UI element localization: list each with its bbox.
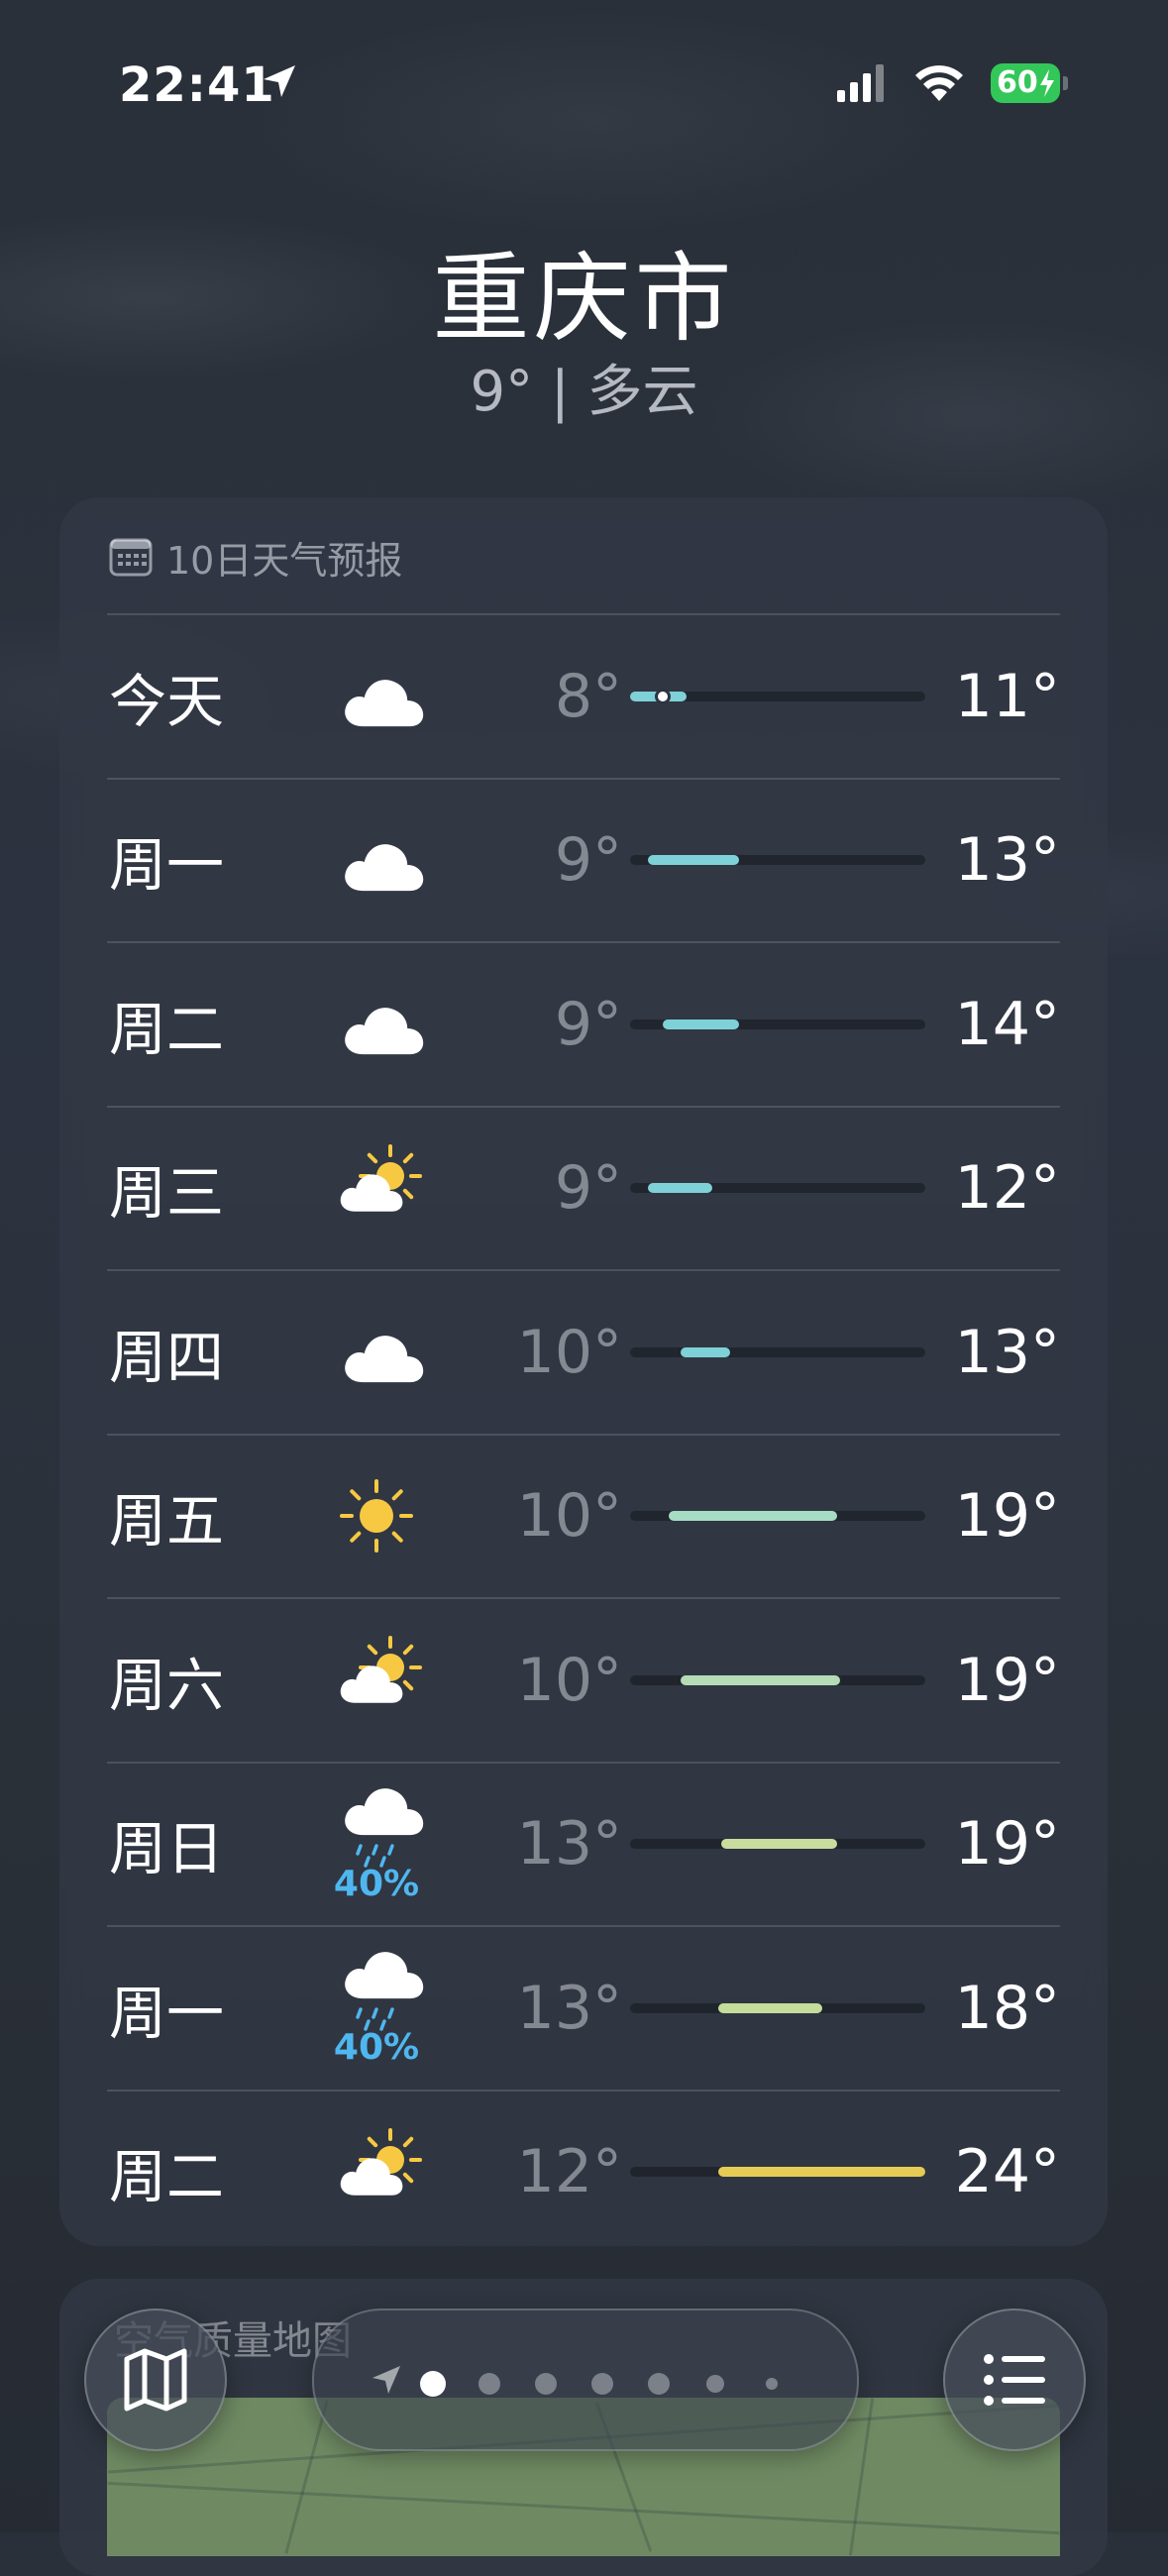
temperature-range-fill bbox=[662, 1019, 740, 1029]
forecast-row[interactable]: 周四 10° 13° bbox=[59, 1270, 1108, 1434]
temperature-range-fill bbox=[647, 855, 740, 865]
forecast-row[interactable]: 周三 9° 12° bbox=[59, 1107, 1108, 1270]
card-title: 10日天气预报 bbox=[166, 538, 403, 583]
low-temperature: 13° bbox=[516, 1809, 622, 1878]
cloud-icon bbox=[317, 1270, 436, 1434]
forecast-day-label: 周六 bbox=[109, 1651, 225, 1719]
rain-icon: 40% bbox=[317, 1926, 436, 2090]
high-temperature: 11° bbox=[954, 661, 1060, 731]
temperature-range-bar bbox=[630, 2167, 925, 2177]
temperature-range-fill bbox=[680, 1346, 731, 1357]
forecast-row[interactable]: 周一 9° 13° bbox=[59, 779, 1108, 942]
forecast-row[interactable]: 周六 10° 19° bbox=[59, 1598, 1108, 1762]
page-indicator-dot[interactable] bbox=[766, 2378, 778, 2390]
temperature-range-bar bbox=[630, 2002, 925, 2013]
forecast-row[interactable]: 周日 40% 13° 19° bbox=[59, 1763, 1108, 1926]
forecast-day-label: 周一 bbox=[109, 1979, 225, 2047]
temperature-range-fill bbox=[647, 1183, 713, 1193]
page-indicator-dot[interactable] bbox=[706, 2375, 724, 2393]
low-temperature: 9° bbox=[554, 989, 622, 1059]
calendar-icon bbox=[109, 538, 153, 577]
temperature-range-bar bbox=[630, 1019, 925, 1029]
card-header: 10日天气预报 bbox=[109, 527, 402, 587]
temperature-range-bar bbox=[630, 1674, 925, 1685]
low-temperature: 13° bbox=[516, 1973, 622, 2043]
temperature-range-bar bbox=[630, 855, 925, 865]
status-bar: 22:41 60 bbox=[0, 0, 1168, 168]
page-indicator-dot[interactable] bbox=[478, 2373, 500, 2395]
temperature-range-bar bbox=[630, 1346, 925, 1357]
map-button[interactable] bbox=[84, 2308, 227, 2451]
page-indicator-dot[interactable] bbox=[535, 2373, 557, 2395]
precipitation-chance: 40% bbox=[333, 1863, 420, 1904]
temperature-range-fill bbox=[718, 2167, 925, 2177]
high-temperature: 12° bbox=[954, 1153, 1060, 1223]
partly-sunny-icon bbox=[317, 1107, 436, 1270]
forecast-row[interactable]: 周一 40% 13° 18° bbox=[59, 1926, 1108, 2090]
low-temperature: 10° bbox=[516, 1645, 622, 1715]
map-icon bbox=[124, 2348, 187, 2412]
forecast-row[interactable]: 周二 9° 14° bbox=[59, 942, 1108, 1106]
low-temperature: 9° bbox=[554, 1153, 622, 1223]
forecast-row[interactable]: 周二 12° 24° bbox=[59, 2091, 1108, 2254]
page-indicator-dot[interactable] bbox=[420, 2371, 446, 2397]
temperature-range-bar bbox=[630, 1839, 925, 1849]
partly-sunny-icon bbox=[317, 2091, 436, 2254]
temperature-range-fill bbox=[668, 1511, 837, 1521]
precipitation-chance: 40% bbox=[333, 2027, 420, 2068]
battery-icon: 60 bbox=[991, 63, 1070, 103]
partly-sunny-icon bbox=[317, 1598, 436, 1762]
rain-icon: 40% bbox=[317, 1763, 436, 1926]
high-temperature: 19° bbox=[954, 1809, 1060, 1878]
ten-day-forecast-card[interactable]: 10日天气预报 今天 8° 11° 周一 9° 13° 周二 9° 14° 周三 9° 12° 周四 10… bbox=[59, 497, 1108, 2246]
temperature-range-bar bbox=[630, 1511, 925, 1521]
temperature-range-fill bbox=[721, 1839, 837, 1849]
location-pager[interactable] bbox=[312, 2308, 859, 2451]
sun-icon bbox=[317, 1435, 436, 1598]
high-temperature: 19° bbox=[954, 1645, 1060, 1715]
status-time: 22:41 bbox=[119, 57, 275, 113]
forecast-day-label: 周日 bbox=[109, 1815, 225, 1882]
high-temperature: 24° bbox=[954, 2137, 1060, 2206]
forecast-day-label: 周四 bbox=[109, 1323, 225, 1391]
low-temperature: 8° bbox=[554, 661, 622, 731]
page-indicator-dot[interactable] bbox=[648, 2373, 670, 2395]
current-location-icon bbox=[372, 2366, 400, 2394]
temperature-range-bar bbox=[630, 1183, 925, 1193]
high-temperature: 18° bbox=[954, 1973, 1060, 2043]
forecast-day-label: 周一 bbox=[109, 831, 225, 899]
page-indicator-dot[interactable] bbox=[591, 2373, 613, 2395]
temperature-range-bar bbox=[630, 688, 925, 704]
location-list-button[interactable] bbox=[943, 2308, 1086, 2451]
location-arrow-icon bbox=[264, 65, 295, 97]
forecast-day-label: 周三 bbox=[109, 1159, 225, 1227]
temperature-range-fill bbox=[680, 1674, 840, 1685]
low-temperature: 12° bbox=[516, 2137, 622, 2206]
high-temperature: 13° bbox=[954, 1317, 1060, 1387]
forecast-day-label: 今天 bbox=[109, 667, 225, 735]
list-icon bbox=[984, 2354, 1045, 2406]
forecast-day-label: 周二 bbox=[109, 995, 225, 1063]
cloud-icon bbox=[317, 779, 436, 942]
forecast-row[interactable]: 周五 10° 19° bbox=[59, 1435, 1108, 1598]
current-temperature-marker bbox=[654, 688, 671, 704]
forecast-day-label: 周五 bbox=[109, 1487, 225, 1555]
forecast-day-label: 周二 bbox=[109, 2143, 225, 2210]
high-temperature: 14° bbox=[954, 989, 1060, 1059]
high-temperature: 19° bbox=[954, 1481, 1060, 1551]
city-name: 重庆市 bbox=[432, 243, 736, 356]
wifi-icon bbox=[915, 65, 963, 101]
temperature-range-fill bbox=[718, 2002, 822, 2013]
low-temperature: 10° bbox=[516, 1481, 622, 1551]
low-temperature: 9° bbox=[554, 825, 622, 895]
cellular-signal-icon bbox=[837, 64, 884, 102]
charging-bolt-icon bbox=[1040, 69, 1054, 97]
cloud-icon bbox=[317, 614, 436, 778]
forecast-row[interactable]: 今天 8° 11° bbox=[59, 614, 1108, 778]
cloud-icon bbox=[317, 942, 436, 1106]
low-temperature: 10° bbox=[516, 1317, 622, 1387]
high-temperature: 13° bbox=[954, 825, 1060, 895]
current-conditions: 9° | 多云 bbox=[470, 360, 698, 424]
